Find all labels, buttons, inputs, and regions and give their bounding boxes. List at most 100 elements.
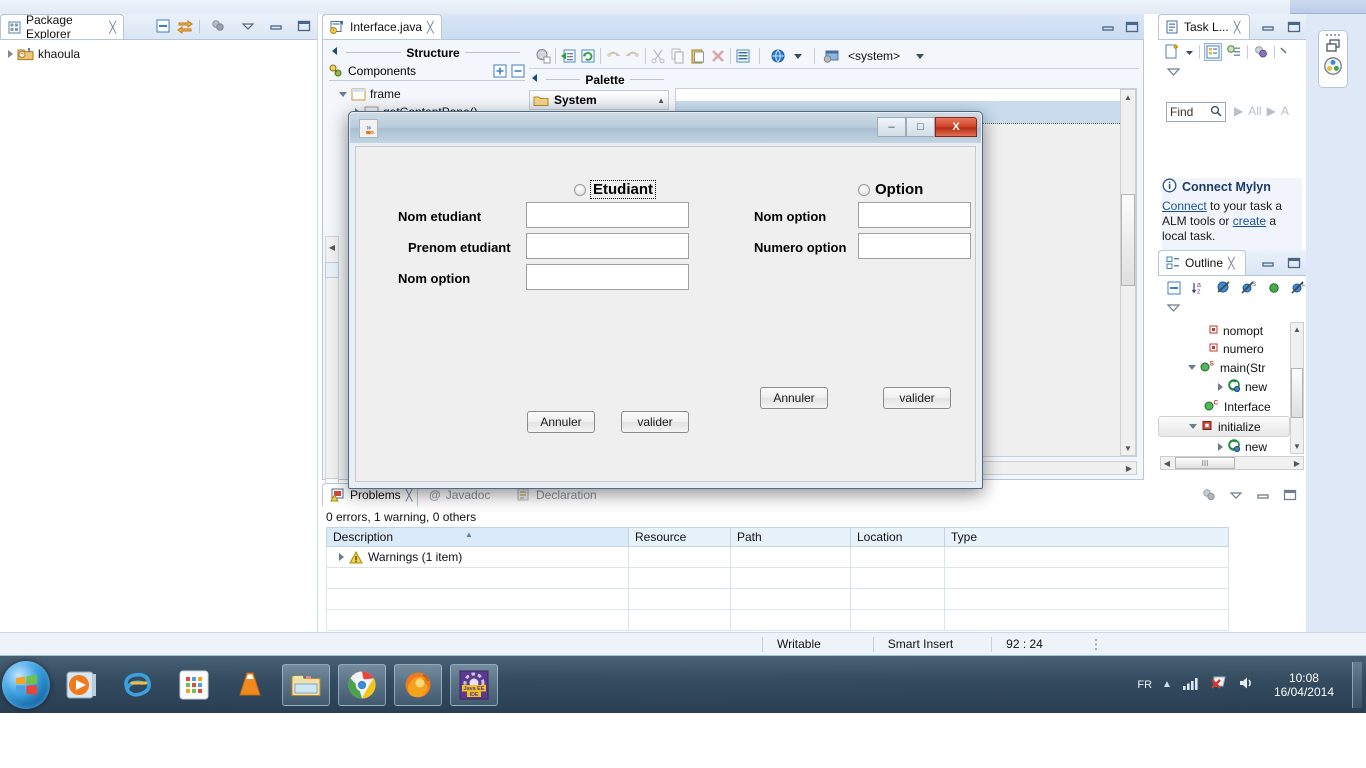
left-valider-button[interactable]: valider — [621, 411, 689, 433]
outline-item-interface-ctor[interactable]: C Interface — [1158, 397, 1292, 416]
expander-icon[interactable] — [8, 49, 13, 58]
search-input[interactable]: Find — [1166, 102, 1226, 122]
status-resize-handle[interactable] — [1079, 637, 1113, 652]
collapse-all-icon[interactable] — [1166, 280, 1182, 296]
radio-button-icon[interactable] — [858, 183, 870, 196]
tab-outline[interactable]: Outline ╳ — [1158, 250, 1246, 275]
maximize-icon[interactable] — [1124, 19, 1140, 35]
collapse-all-icon[interactable] — [155, 18, 171, 34]
drag-handle[interactable] — [1319, 31, 1347, 36]
filter-arrow-icon[interactable]: ▶ — [1267, 104, 1276, 118]
sort-icon[interactable]: az — [1191, 280, 1207, 296]
tab-task-list[interactable]: Task L... ╳ — [1158, 14, 1250, 39]
open-source-icon[interactable] — [560, 48, 576, 64]
table-row[interactable]: Warnings (1 item) — [326, 546, 1229, 568]
expander-icon[interactable] — [1218, 383, 1223, 391]
scroll-left-icon[interactable]: ◀ — [1161, 457, 1173, 469]
focus-on-workweek-icon[interactable] — [1253, 44, 1269, 60]
volume-icon[interactable] — [1238, 675, 1256, 694]
connect-link[interactable]: Connect — [1162, 199, 1207, 213]
structure-minimized-icon[interactable] — [325, 262, 339, 278]
column-header-description[interactable]: Description ▲ — [326, 527, 629, 547]
radio-button-icon[interactable] — [574, 183, 586, 196]
outline-item-new-2[interactable]: new — [1158, 437, 1292, 454]
scrollbar-thumb[interactable] — [1121, 194, 1135, 286]
minimize-icon[interactable] — [1255, 487, 1271, 503]
input-numero-option[interactable] — [858, 233, 971, 259]
maximize-icon[interactable] — [1286, 19, 1302, 35]
view-menu-icon[interactable] — [1166, 66, 1182, 81]
outline-item-main[interactable]: S main(Str — [1158, 358, 1292, 377]
internet-explorer-icon[interactable] — [114, 664, 162, 706]
cell-description[interactable]: Warnings (1 item) — [326, 546, 629, 568]
table-row[interactable] — [326, 588, 1229, 610]
java-ee-perspective-icon[interactable] — [1319, 56, 1347, 76]
tab-package-explorer[interactable]: Package Explorer ╳ — [0, 13, 124, 41]
start-button[interactable] — [2, 660, 50, 709]
focus-icon[interactable] — [1201, 487, 1217, 503]
close-icon[interactable]: ╳ — [1234, 21, 1241, 34]
left-annuler-button[interactable]: Annuler — [527, 411, 595, 433]
clock[interactable]: 10:08 16/04/2014 — [1266, 671, 1342, 699]
tree-item-frame[interactable]: frame — [335, 85, 482, 103]
expand-all-icon[interactable] — [493, 64, 507, 78]
chevron-down-icon[interactable] — [240, 18, 256, 34]
minimize-icon[interactable] — [1100, 19, 1116, 35]
outline-item-new-1[interactable]: new — [1158, 377, 1292, 397]
package-explorer-tree[interactable]: khaoula — [0, 39, 317, 632]
show-desktop-button[interactable] — [1352, 661, 1362, 708]
scroll-up-icon[interactable]: ▲ — [657, 96, 665, 105]
chevron-down-icon[interactable] — [912, 48, 928, 64]
scroll-right-icon[interactable]: ▶ — [1291, 457, 1303, 469]
mozilla-firefox-icon[interactable] — [394, 663, 442, 706]
microsoft-store-icon[interactable] — [170, 664, 218, 706]
language-indicator[interactable]: FR — [1137, 679, 1152, 691]
scroll-down-icon[interactable]: ▼ — [1121, 441, 1135, 455]
close-icon[interactable]: ╳ — [427, 21, 434, 34]
globe-icon[interactable] — [770, 48, 786, 64]
filter-a-label[interactable]: A — [1281, 104, 1289, 118]
table-row[interactable] — [326, 609, 1229, 631]
scroll-right-icon[interactable]: ▶ — [1122, 462, 1136, 474]
laf-combo-value[interactable]: <system> — [848, 49, 900, 63]
palette-group-system[interactable]: System ▲ — [529, 90, 669, 110]
outline-item-nomopt[interactable]: nomopt — [1158, 322, 1292, 340]
minimize-icon[interactable] — [1260, 19, 1276, 35]
outline-tree[interactable]: nomopt numero S main(Str new C Interface… — [1158, 322, 1292, 454]
problems-table[interactable]: Description ▲ Resource Path Location Typ… — [326, 527, 1229, 631]
restore-perspective-icon[interactable] — [1319, 39, 1347, 53]
maximize-icon[interactable] — [1282, 487, 1298, 503]
chevron-down-icon[interactable] — [790, 48, 806, 64]
link-with-editor-icon[interactable] — [177, 18, 193, 34]
more-icon[interactable] — [1280, 44, 1288, 60]
hide-static-icon[interactable]: S — [1241, 280, 1257, 296]
close-icon[interactable]: ╳ — [1228, 257, 1235, 270]
collapse-left-icon[interactable] — [329, 45, 341, 60]
tab-interface-java[interactable]: ! Interface.java ╳ — [322, 14, 442, 39]
table-row[interactable] — [326, 567, 1229, 589]
right-annuler-button[interactable]: Annuler — [760, 387, 828, 409]
column-header-type[interactable]: Type — [944, 527, 1229, 547]
network-icon[interactable] — [1182, 675, 1200, 694]
minimize-icon[interactable] — [268, 18, 284, 34]
column-header-location[interactable]: Location — [850, 527, 945, 547]
outline-item-initialize[interactable]: initialize — [1158, 416, 1290, 437]
minimize-button[interactable]: – — [877, 117, 906, 137]
eclipse-javaee-icon[interactable]: Java EE IDE — [450, 663, 498, 706]
scrollbar-thumb[interactable]: III — [1175, 457, 1235, 469]
hide-fields-icon[interactable] — [1216, 280, 1232, 296]
expander-icon[interactable] — [339, 553, 344, 561]
properties-icon[interactable] — [735, 48, 751, 64]
input-nom-etudiant[interactable] — [526, 202, 689, 228]
task-filters[interactable]: ▶ All ▶ A — [1234, 104, 1289, 118]
expander-icon[interactable] — [1218, 443, 1223, 451]
radio-option[interactable]: Option — [858, 181, 923, 198]
maximize-icon[interactable] — [296, 18, 312, 34]
google-chrome-icon[interactable] — [338, 663, 386, 706]
test-icon[interactable] — [535, 48, 551, 64]
refresh-icon[interactable] — [580, 48, 596, 64]
collapse-left-icon[interactable] — [529, 72, 541, 87]
vlc-icon[interactable] — [226, 664, 274, 706]
new-task-icon[interactable] — [1164, 44, 1180, 60]
close-icon[interactable]: ╳ — [109, 21, 116, 34]
